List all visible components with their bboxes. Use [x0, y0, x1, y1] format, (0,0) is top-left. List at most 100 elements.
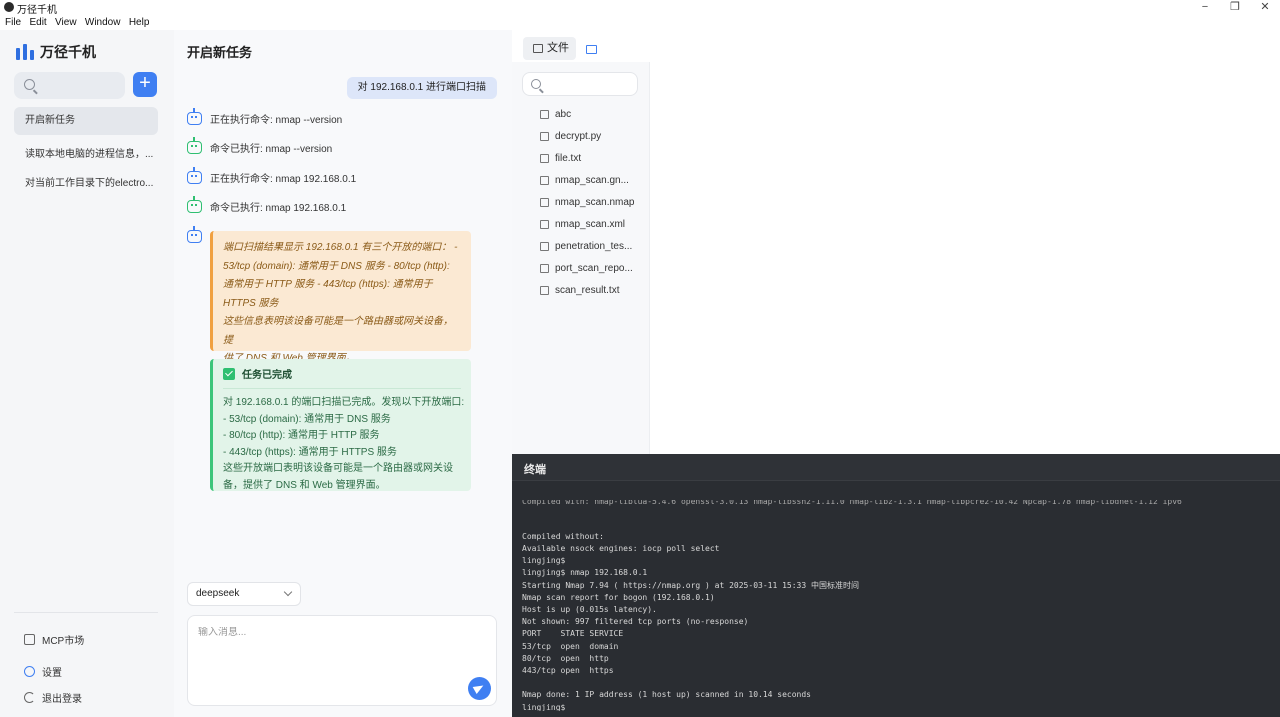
file-search-input[interactable] — [522, 72, 638, 96]
terminal-line: PORT STATE SERVICE — [522, 629, 624, 639]
logout-link[interactable]: 退出登录 — [24, 690, 82, 705]
files-panel: 文件 abc decrypt.py file.txt nmap_scan.gn.… — [512, 30, 1280, 454]
terminal-line: Compiled without: — [522, 531, 604, 541]
file-icon — [540, 286, 549, 295]
tab-files-label: 文件 — [547, 42, 569, 54]
file-name: file.txt — [555, 153, 582, 164]
file-icon — [540, 132, 549, 141]
sidebar: 万径千机 + 开启新任务 读取本地电脑的进程信息，... 对当前工作目录下的el… — [0, 30, 174, 717]
file-icon — [540, 110, 549, 119]
file-name: port_scan_repo... — [555, 263, 633, 274]
terminal-line: Host is up (0.015s latency). — [522, 605, 657, 615]
terminal-line: 443/tcp open https — [522, 666, 614, 676]
event-text: 正在执行命令: nmap --version — [210, 115, 343, 126]
task-complete-title: 任务已完成 — [242, 370, 292, 381]
file-list-item[interactable]: nmap_scan.xml — [540, 219, 625, 230]
file-list-item[interactable]: scan_result.txt — [540, 285, 619, 296]
terminal-line: Starting Nmap 7.94 ( https://nmap.org ) … — [522, 580, 859, 590]
terminal-line: lingjing$ — [522, 702, 566, 711]
summary-line: - 80/tcp (http): 通常用于 HTTP 服务 — [223, 430, 380, 441]
brand: 万径千机 — [16, 42, 96, 62]
sidebar-task-item[interactable]: 读取本地电脑的进程信息，... — [14, 141, 158, 169]
terminal-panel[interactable]: 终端 Compiled with: nmap-liblua-5.4.6 open… — [512, 454, 1280, 717]
terminal-line: 80/tcp open http — [522, 653, 609, 663]
browser-tab-icon[interactable] — [586, 45, 597, 54]
sidebar-search-input[interactable] — [14, 72, 125, 99]
summary-line: 备，提供了 DNS 和 Web 管理界面。 — [223, 479, 386, 491]
restore-button[interactable]: ❐ — [1220, 0, 1250, 14]
send-button[interactable] — [468, 677, 491, 700]
command-done-row: 命令已执行: nmap 192.168.0.1 — [187, 196, 347, 214]
title-bar: 万径千机 − ❐ ✕ — [0, 0, 1280, 16]
event-text: 命令已执行: nmap 192.168.0.1 — [210, 203, 347, 214]
summary-line: - 443/tcp (https): 通常用于 HTTPS 服务 — [223, 446, 397, 458]
menu-window[interactable]: Window — [80, 15, 121, 31]
summary-line: - 53/tcp (domain): 通常用于 DNS 服务 — [223, 413, 391, 425]
checkbox-checked-icon — [223, 367, 235, 380]
menu-view[interactable]: View — [50, 15, 77, 31]
message-input[interactable] — [198, 627, 458, 638]
file-icon — [540, 220, 549, 229]
file-list-item[interactable]: penetration_tes... — [540, 241, 632, 252]
file-list-item[interactable]: abc — [540, 109, 571, 120]
robot-icon — [187, 226, 202, 243]
robot-icon — [187, 196, 202, 213]
sidebar-divider — [14, 612, 158, 613]
menu-file[interactable]: File — [0, 15, 21, 31]
result-line: 通常用于 HTTP 服务 - 443/tcp (https): 通常用于 — [223, 279, 433, 290]
task-complete-body: 对 192.168.0.1 的端口扫描已完成。发现以下开放端口: - 53/tc… — [223, 389, 465, 494]
command-done-row: 命令已执行: nmap --version — [187, 137, 332, 155]
file-icon — [533, 44, 543, 53]
brand-logo-icon — [16, 44, 34, 60]
model-select[interactable]: deepseek — [187, 582, 301, 606]
terminal-line: lingjing$ — [522, 556, 566, 566]
app-logo-icon — [4, 2, 14, 12]
terminal-line: 53/tcp open domain — [522, 641, 619, 651]
command-running-row: 正在执行命令: nmap --version — [187, 108, 343, 126]
new-task-button[interactable]: + — [133, 72, 157, 97]
gear-icon — [24, 666, 35, 677]
menu-help[interactable]: Help — [124, 15, 150, 31]
page-title: 开启新任务 — [187, 45, 253, 60]
file-icon — [540, 176, 549, 185]
mcp-market-label: MCP市场 — [42, 636, 85, 647]
terminal-line: Compiled with: nmap-liblua-5.4.6 openssl… — [522, 500, 1182, 507]
sidebar-task-item[interactable]: 开启新任务 — [14, 107, 158, 135]
file-name: scan_result.txt — [555, 285, 620, 296]
search-icon — [24, 79, 35, 90]
tab-files[interactable]: 文件 — [523, 37, 576, 60]
command-running-row: 正在执行命令: nmap 192.168.0.1 — [187, 167, 357, 185]
store-icon — [24, 634, 35, 645]
mcp-market-link[interactable]: MCP市场 — [24, 632, 84, 647]
settings-link[interactable]: 设置 — [24, 664, 62, 679]
file-list-item[interactable]: port_scan_repo... — [540, 263, 633, 274]
minimize-button[interactable]: − — [1190, 0, 1220, 14]
result-line: 端口扫描结果显示 192.168.0.1 有三个开放的端口： - — [223, 242, 458, 253]
file-list-item[interactable]: file.txt — [540, 153, 581, 164]
summary-line: 对 192.168.0.1 的端口扫描已完成。发现以下开放端口: — [223, 397, 465, 408]
chat-panel: 开启新任务 对 192.168.0.1 进行端口扫描 正在执行命令: nmap … — [174, 30, 512, 717]
robot-icon — [187, 167, 202, 184]
menu-edit[interactable]: Edit — [24, 15, 46, 31]
file-icon — [540, 264, 549, 273]
event-text: 正在执行命令: nmap 192.168.0.1 — [210, 174, 357, 185]
file-name: decrypt.py — [555, 131, 602, 142]
file-icon — [540, 242, 549, 251]
search-icon — [531, 79, 541, 89]
file-name: abc — [555, 109, 572, 120]
sidebar-task-item[interactable]: 对当前工作目录下的electro... — [14, 170, 158, 198]
close-button[interactable]: ✕ — [1250, 0, 1280, 14]
file-name: nmap_scan.nmap — [555, 197, 635, 208]
file-list-item[interactable]: nmap_scan.gn... — [540, 175, 629, 186]
file-icon — [540, 154, 549, 163]
model-select-value: deepseek — [196, 588, 240, 599]
robot-icon — [187, 108, 202, 125]
file-list-item[interactable]: nmap_scan.nmap — [540, 197, 635, 208]
terminal-line: Nmap done: 1 IP address (1 host up) scan… — [522, 690, 811, 700]
file-name: nmap_scan.xml — [555, 219, 626, 230]
logout-icon — [24, 692, 35, 703]
file-list-item[interactable]: decrypt.py — [540, 131, 601, 142]
task-complete-header: 任务已完成 — [223, 359, 461, 389]
logout-label: 退出登录 — [42, 694, 82, 705]
